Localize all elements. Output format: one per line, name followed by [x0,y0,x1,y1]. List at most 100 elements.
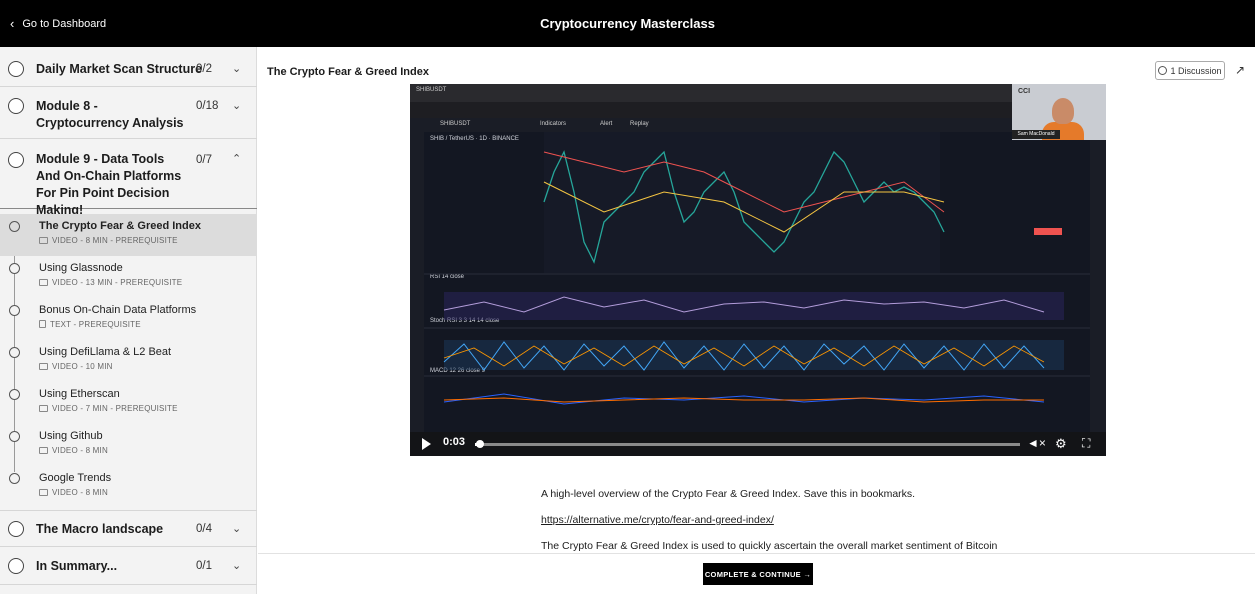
module-daily-market-scan[interactable]: Daily Market Scan Structure 0/2 ⌄ [0,51,257,87]
complete-and-continue-button[interactable]: COMPLETE & CONTINUE → [703,563,813,585]
module-title: Module 8 - Cryptocurrency Analysis [36,99,184,130]
volume-muted-icon[interactable]: ◄× [1027,436,1046,450]
video-controls: 0:03 ◄× ⚙ ⛶ [410,432,1106,456]
text-doc-icon [39,320,46,328]
lesson-status-circle-icon [9,473,20,484]
lesson-status-circle-icon [9,347,20,358]
module-title: The Macro landscape [36,522,164,536]
lesson-meta: VIDEO - 7 MIN - PREREQUISITE [39,404,178,413]
module-8[interactable]: Module 8 - Cryptocurrency Analysis 0/18 … [0,87,257,139]
module-status-circle-icon [8,521,24,537]
lesson-status-circle-icon [9,389,20,400]
expand-icon[interactable]: ↗ [1235,63,1245,77]
lesson-item-github[interactable]: Using Github VIDEO - 8 MIN [0,424,257,466]
recorded-toolbar-label: Indicators [540,121,567,127]
video-icon [39,279,48,286]
chevron-left-icon: ‹ [10,16,15,31]
module-title: Module 9 - Data Tools And On-Chain Platf… [36,152,182,217]
lesson-meta: VIDEO - 8 MIN [39,446,108,455]
lesson-meta: VIDEO - 8 MIN - PREREQUISITE [39,236,178,245]
recorded-browser-urlbar [410,102,1106,118]
lesson-title: Using Etherscan [39,388,120,400]
presenter-webcam: CCI Sam MacDonald [1012,84,1106,140]
lesson-description: A high-level overview of the Crypto Fear… [541,488,916,500]
video-icon [39,489,48,496]
recorded-toolbar-label: Alert [600,121,613,127]
lesson-summary-text: The Crypto Fear & Greed Index is used to… [541,540,998,552]
lesson-title: Google Trends [39,472,112,484]
chevron-down-icon: ⌄ [232,100,242,112]
module-in-summary[interactable]: In Summary... 0/1 ⌄ [0,547,257,585]
lesson-title: Using Github [39,430,103,442]
lesson-meta: VIDEO - 8 MIN [39,488,108,497]
fear-greed-index-link[interactable]: https://alternative.me/crypto/fear-and-g… [541,514,774,526]
recorded-drawing-tools [410,132,424,432]
lesson-meta-text: VIDEO - 8 MIN [52,446,108,455]
fullscreen-icon[interactable]: ⛶ [1082,436,1090,451]
recorded-tab-label: SHIBUSDT [416,87,447,93]
back-to-dashboard-link[interactable]: ‹ Go to Dashboard [10,0,106,47]
play-icon[interactable] [422,438,431,450]
video-seek-bar[interactable] [475,440,1020,448]
video-icon [39,237,48,244]
lesson-title: Using DefiLlama & L2 Beat [39,346,172,358]
lesson-item-defillama[interactable]: Using DefiLlama & L2 Beat VIDEO - 10 MIN [0,340,257,382]
module-title: In Summary... [36,559,118,573]
lesson-header: The Crypto Fear & Greed Index 1 Discussi… [258,58,1255,84]
lesson-meta: VIDEO - 10 MIN [39,362,113,371]
module-macro-landscape[interactable]: The Macro landscape 0/4 ⌄ [0,511,257,547]
module-title: Daily Market Scan Structure [36,62,203,76]
lesson-meta: VIDEO - 13 MIN - PREREQUISITE [39,278,182,287]
course-title: Cryptocurrency Masterclass [540,16,715,31]
module-status-circle-icon [8,558,24,574]
lesson-status-circle-icon [9,263,20,274]
module-progress-count: 0/18 [196,100,219,112]
video-icon [39,447,48,454]
module-status-circle-icon [8,61,24,77]
discussion-button[interactable]: 1 Discussion [1155,61,1225,80]
lesson-title: Using Glassnode [39,262,123,274]
recorded-toolbar-label: SHIBUSDT [440,121,471,127]
lesson-item-etherscan[interactable]: Using Etherscan VIDEO - 7 MIN - PREREQUI… [0,382,257,424]
lesson-meta-text: VIDEO - 7 MIN - PREREQUISITE [52,404,178,413]
presenter-logo-icon: CCI [1018,88,1031,95]
lesson-meta-text: VIDEO - 13 MIN - PREREQUISITE [52,278,183,287]
lesson-meta-text: VIDEO - 10 MIN [52,362,113,371]
module-progress-count: 0/2 [196,63,212,75]
presenter-face [1052,98,1074,124]
presenter-name-tag: Sam MacDonald [1012,130,1060,139]
chevron-down-icon: ⌄ [232,63,242,75]
lesson-meta-text: TEXT - PREREQUISITE [50,320,141,329]
module-progress-count: 0/4 [196,523,212,535]
module-status-circle-icon [8,98,24,114]
top-bar: ‹ Go to Dashboard Cryptocurrency Masterc… [0,0,1255,47]
lesson-item-glassnode[interactable]: Using Glassnode VIDEO - 13 MIN - PREREQU… [0,256,257,298]
lesson-title: Bonus On-Chain Data Platforms [39,304,197,316]
course-sidebar: Daily Market Scan Structure 0/2 ⌄ Module… [0,47,257,594]
recorded-chart-graphic [424,132,1090,405]
video-icon [39,363,48,370]
chevron-down-icon: ⌄ [232,560,242,572]
lesson-item-onchain-platforms[interactable]: Bonus On-Chain Data Platforms TEXT - PRE… [0,298,257,340]
lesson-item-google-trends[interactable]: Google Trends VIDEO - 8 MIN [0,466,257,511]
back-label: Go to Dashboard [22,17,107,30]
video-player[interactable]: SHIBUSDT SHIBUSDT Indicators Alert Repla… [410,84,1106,456]
module-9[interactable]: Module 9 - Data Tools And On-Chain Platf… [0,139,257,217]
video-seek-handle[interactable] [476,440,485,448]
chevron-down-icon: ⌄ [232,523,242,535]
lesson-meta-text: VIDEO - 8 MIN [52,488,108,497]
lesson-status-circle-icon [9,221,20,232]
lesson-status-circle-icon [9,431,20,442]
lesson-item-fear-greed[interactable]: The Crypto Fear & Greed Index VIDEO - 8 … [0,214,257,256]
video-current-time: 0:03 [443,436,466,448]
chat-bubble-icon [1158,66,1168,75]
discussion-label: 1 Discussion [1170,65,1222,76]
lesson-title: The Crypto Fear & Greed Index [39,220,201,232]
lesson-footer: COMPLETE & CONTINUE → [258,553,1255,594]
video-icon [39,405,48,412]
module-status-circle-icon [8,152,24,168]
settings-gear-icon[interactable]: ⚙ [1055,436,1067,452]
lesson-title-heading: The Crypto Fear & Greed Index [267,66,429,78]
chevron-up-icon: ⌃ [232,153,242,165]
recorded-chart-toolbar: SHIBUSDT Indicators Alert Replay [410,118,1106,132]
